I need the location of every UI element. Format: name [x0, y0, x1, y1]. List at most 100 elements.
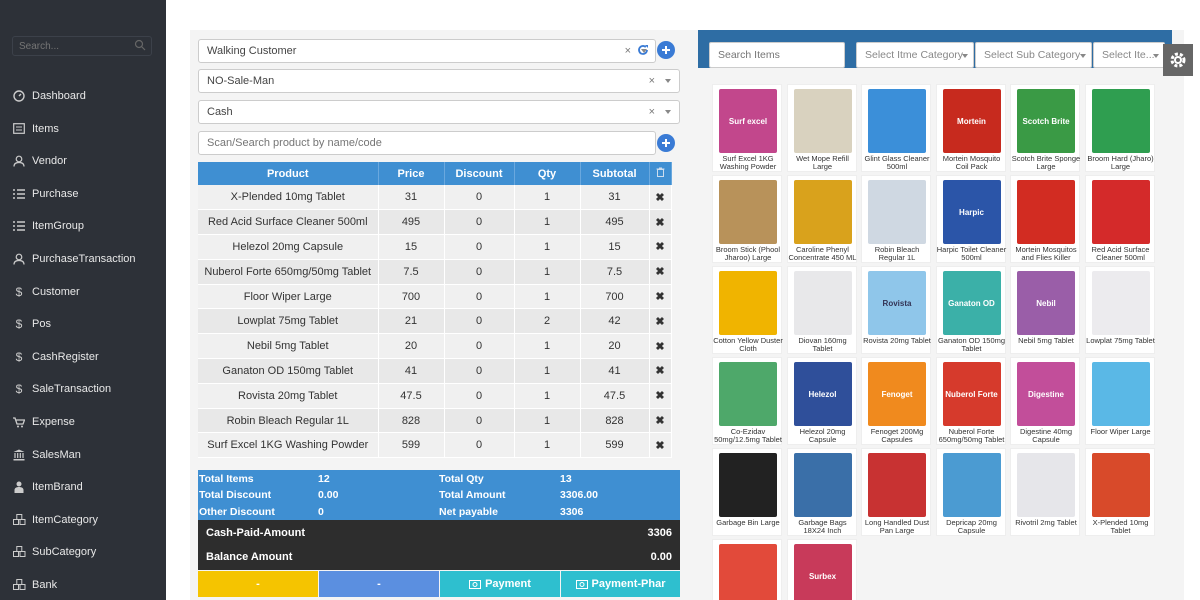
- product-card[interactable]: Diovan 160mg Tablet: [786, 266, 857, 354]
- product-card[interactable]: Digestine Digestine 40mg Capsule: [1010, 357, 1080, 445]
- cell-qty[interactable]: 1: [514, 284, 581, 310]
- product-card[interactable]: Lowplat 75mg Tablet: [1084, 266, 1155, 354]
- product-card[interactable]: Mortein Mosquitos and Flies Killer: [1010, 175, 1080, 263]
- sidebar-item-pos[interactable]: $ Pos: [0, 310, 166, 338]
- product-card[interactable]: Broom Stick (Phool Jharoo) Large: [712, 175, 782, 263]
- cell-qty[interactable]: 2: [514, 308, 581, 335]
- remove-icon[interactable]: ✖: [649, 408, 672, 434]
- column-header-discount[interactable]: Discount: [444, 162, 515, 185]
- item-search-input[interactable]: [709, 42, 845, 68]
- trash-icon[interactable]: [649, 162, 672, 185]
- sidebar-item-itembrand[interactable]: ItemBrand: [0, 473, 166, 501]
- product-card[interactable]: Robin Bleach Regular 1L: [861, 175, 931, 263]
- cell-qty[interactable]: 1: [514, 185, 581, 211]
- salesman-select[interactable]: NO-Sale-Man ×: [198, 69, 680, 93]
- refresh-button[interactable]: [634, 41, 652, 59]
- cell-discount[interactable]: 0: [444, 185, 515, 211]
- sidebar-item-expense[interactable]: Expense: [0, 408, 166, 436]
- product-card[interactable]: Caroline Phenyl Concentrate 450 ML: [786, 175, 857, 263]
- cell-discount[interactable]: 0: [444, 259, 515, 285]
- remove-icon[interactable]: ✖: [649, 333, 672, 360]
- product-card[interactable]: Ganaton OD Ganaton OD 150mg Tablet: [935, 266, 1006, 354]
- sidebar-item-items[interactable]: Items: [0, 115, 166, 143]
- product-card[interactable]: X-Plended 10mg Tablet: [1084, 448, 1155, 536]
- sidebar-item-cashregister[interactable]: $ CashRegister: [0, 343, 166, 371]
- payment-button[interactable]: Payment: [440, 571, 560, 597]
- remove-icon[interactable]: ✖: [649, 383, 672, 409]
- sidebar-item-salesman[interactable]: SalesMan: [0, 441, 166, 469]
- product-card[interactable]: Red Acid Surface Cleaner 500ml: [1084, 175, 1155, 263]
- sidebar-item-itemgroup[interactable]: ItemGroup: [0, 212, 166, 240]
- column-header-subtotal[interactable]: Subtotal: [580, 162, 650, 185]
- add-customer-button[interactable]: [657, 41, 675, 59]
- remove-icon[interactable]: ✖: [649, 185, 672, 211]
- cell-discount[interactable]: 0: [444, 284, 515, 310]
- item-select[interactable]: Select Ite...: [1093, 42, 1165, 68]
- product-card[interactable]: Fenoget Fenoget 200Mg Capsules: [861, 357, 931, 445]
- cell-qty[interactable]: 1: [514, 432, 581, 459]
- caret-down-icon[interactable]: [665, 79, 671, 83]
- action-button-1[interactable]: -: [198, 571, 318, 597]
- cell-discount[interactable]: 0: [444, 383, 515, 409]
- add-product-button[interactable]: [657, 134, 675, 152]
- product-card[interactable]: Co-Ezidav 50mg/12.5mg Tablet: [712, 357, 782, 445]
- cell-qty[interactable]: 1: [514, 234, 581, 260]
- product-card[interactable]: Garbage Bags 18X24 Inch: [786, 448, 857, 536]
- product-card[interactable]: Wet Mope Refill Large: [786, 84, 857, 172]
- clear-icon[interactable]: ×: [649, 106, 655, 118]
- customer-select[interactable]: Walking Customer ×: [198, 39, 656, 63]
- sidebar-item-vendor[interactable]: Vendor: [0, 147, 166, 175]
- column-header-product[interactable]: Product: [198, 162, 379, 185]
- sidebar-item-purchasetransaction[interactable]: PurchaseTransaction: [0, 245, 166, 273]
- item-category-select[interactable]: Select Itme Category: [856, 42, 974, 68]
- cell-discount[interactable]: 0: [444, 234, 515, 260]
- sidebar-item-bank[interactable]: Bank: [0, 571, 166, 599]
- product-card[interactable]: Depricap 20mg Capsule: [935, 448, 1006, 536]
- cell-qty[interactable]: 1: [514, 209, 581, 236]
- product-card[interactable]: Helezol Helezol 20mg Capsule: [786, 357, 857, 445]
- product-card[interactable]: Nebil Nebil 5mg Tablet: [1010, 266, 1080, 354]
- cell-discount[interactable]: 0: [444, 333, 515, 360]
- remove-icon[interactable]: ✖: [649, 234, 672, 260]
- product-card[interactable]: Mortein Mortein Mosquito Coil Pack: [935, 84, 1006, 172]
- product-scan-input[interactable]: [198, 131, 656, 155]
- cell-qty[interactable]: 1: [514, 259, 581, 285]
- cell-discount[interactable]: 0: [444, 358, 515, 384]
- cell-qty[interactable]: 1: [514, 333, 581, 360]
- product-card[interactable]: Cotton Yellow Duster Cloth: [712, 266, 783, 354]
- sidebar-item-customer[interactable]: $ Customer: [0, 278, 166, 306]
- product-card[interactable]: [712, 539, 782, 600]
- cell-qty[interactable]: 1: [514, 408, 581, 434]
- column-header-price[interactable]: Price: [378, 162, 445, 185]
- cash-paid-value[interactable]: 3306: [648, 527, 672, 539]
- product-card[interactable]: Surf excel Surf Excel 1KG Washing Powder: [712, 84, 782, 172]
- product-card[interactable]: Broom Hard (Jharo) Large: [1084, 84, 1155, 172]
- sidebar-item-purchase[interactable]: Purchase: [0, 180, 166, 208]
- product-card[interactable]: Rovista Rovista 20mg Tablet: [861, 266, 931, 354]
- remove-icon[interactable]: ✖: [649, 259, 672, 285]
- clear-icon[interactable]: ×: [649, 75, 655, 87]
- cell-qty[interactable]: 1: [514, 383, 581, 409]
- cell-discount[interactable]: 0: [444, 432, 515, 459]
- cell-discount[interactable]: 0: [444, 308, 515, 335]
- caret-down-icon[interactable]: [665, 110, 671, 114]
- settings-button[interactable]: [1163, 44, 1193, 76]
- product-card[interactable]: Rivotril 2mg Tablet: [1010, 448, 1080, 536]
- cell-discount[interactable]: 0: [444, 209, 515, 236]
- remove-icon[interactable]: ✖: [649, 308, 672, 335]
- clear-icon[interactable]: ×: [625, 45, 631, 57]
- sidebar-item-dashboard[interactable]: Dashboard: [0, 82, 166, 110]
- product-card[interactable]: Surbex: [786, 539, 857, 600]
- sidebar-item-subcategory[interactable]: SubCategory: [0, 538, 166, 566]
- product-card[interactable]: Harpic Harpic Toilet Cleaner 500ml: [935, 175, 1006, 263]
- payment-phar-button[interactable]: Payment-Phar: [561, 571, 680, 597]
- product-card[interactable]: Long Handled Dust Pan Large: [861, 448, 931, 536]
- other-discount-value[interactable]: 0: [318, 506, 324, 518]
- cell-discount[interactable]: 0: [444, 408, 515, 434]
- payment-method-select[interactable]: Cash ×: [198, 100, 680, 124]
- sidebar-item-saletransaction[interactable]: $ SaleTransaction: [0, 375, 166, 403]
- sub-category-select[interactable]: Select Sub Category: [975, 42, 1092, 68]
- product-card[interactable]: Floor Wiper Large: [1084, 357, 1155, 445]
- sidebar-search-input[interactable]: [12, 36, 152, 56]
- remove-icon[interactable]: ✖: [649, 432, 672, 459]
